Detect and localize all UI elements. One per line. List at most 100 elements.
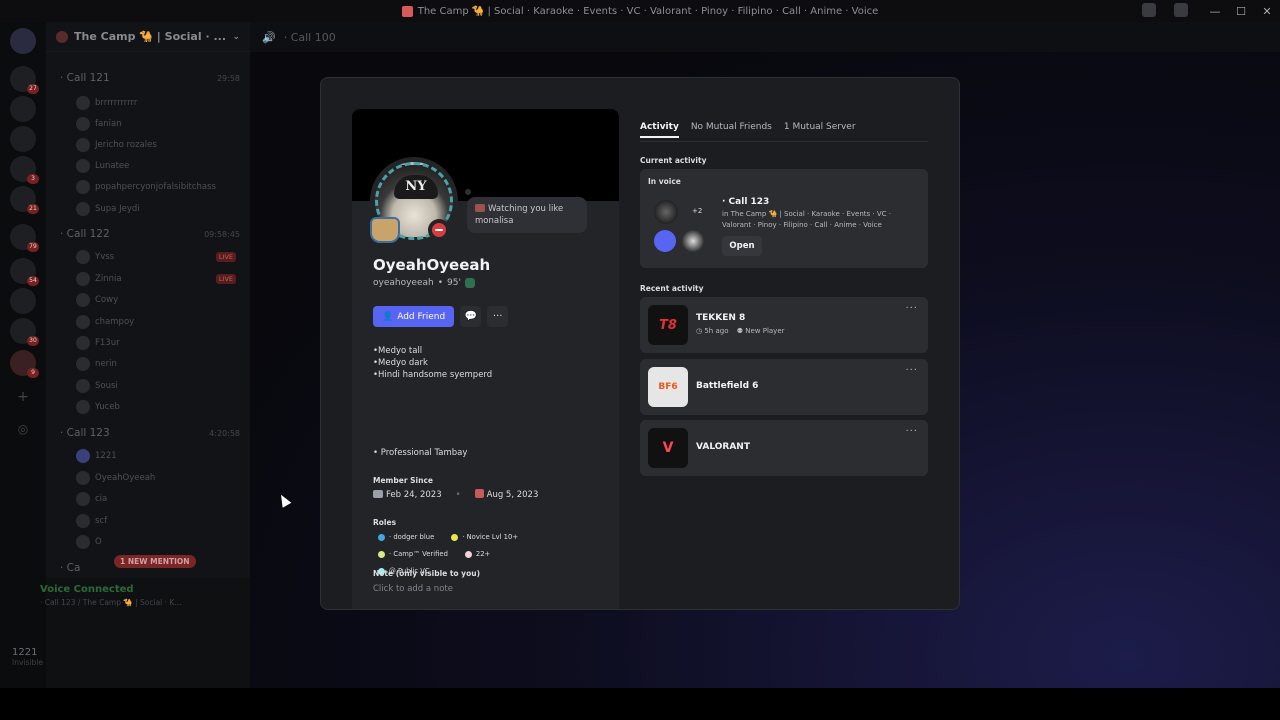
voice-member-avatar[interactable] [682,230,704,252]
voice-member[interactable]: Zinnia LIVE [76,272,236,286]
more-icon[interactable]: ··· [905,303,918,314]
voice-connected-channel[interactable]: · Call 123 / The Camp 🐪 | Social · K... [40,598,181,607]
voice-member[interactable]: champoy [76,315,236,329]
voice-channel-current[interactable]: · Call 123 4:20:58 [60,427,240,439]
message-button[interactable]: 💬 [460,306,482,327]
voice-connected-label[interactable]: Voice Connected [40,584,134,595]
channel-name: · Call 121 [60,72,110,84]
minimize-button[interactable]: — [1202,5,1228,18]
member-since-dates: Feb 24, 2023 • Aug 5, 2023 [373,489,538,500]
voice-member[interactable]: Lunatee [76,159,236,173]
server-logo-icon [474,489,484,498]
voice-member[interactable]: cia [76,492,236,506]
discord-join-date: Feb 24, 2023 [386,489,442,500]
tab-mutual-servers[interactable]: 1 Mutual Server [784,122,856,138]
custom-status-text: Watching you like monalisa [475,204,564,226]
voice-member[interactable]: Jericho rozales [76,138,236,152]
server-icon[interactable] [10,96,36,122]
role-color-dot [378,533,385,541]
voice-member[interactable]: fanian [76,117,236,131]
help-icon[interactable] [1174,3,1188,17]
more-icon[interactable]: ··· [905,426,918,437]
role-pill[interactable]: 22+ [459,548,497,560]
discord-avatar[interactable] [654,230,676,252]
game-tag: New Player [745,327,785,335]
role-pill[interactable]: · dodger blue [373,531,441,543]
voice-member[interactable]: Yvss LIVE [76,250,236,264]
username-row: oyeahoyeeah • 95' [373,278,475,288]
voice-member[interactable]: F13ur [76,336,236,350]
voice-channel-icon: 🔊 [262,30,276,44]
server-header[interactable]: The Camp 🐪 | Social · ... ⌄ [46,22,250,52]
role-pill[interactable]: · Novice Lvl 10+ [446,531,525,543]
server-icon[interactable]: 54 [10,258,39,286]
more-icon[interactable]: ··· [905,365,918,376]
maximize-button[interactable]: ☐ [1228,5,1254,18]
ny-cap-icon: NY [394,175,438,199]
voice-channel[interactable]: · Call 121 29:58 [60,72,240,84]
live-badge: LIVE [215,252,236,262]
custom-status-bubble: Watching you like monalisa [467,197,587,233]
game-activity-card[interactable]: T8 TEKKEN 8 ◷ 5h ago ⚉ New Player ··· [640,297,928,353]
avatar-decoration-icon [370,217,400,243]
note-input[interactable]: Click to add a note [373,584,453,594]
server-icon[interactable]: 21 [10,186,39,214]
voice-member[interactable]: Cowy [76,293,236,307]
game-activity-card[interactable]: V VALORANT ··· [640,420,928,476]
add-friend-button[interactable]: 👤 Add Friend [373,306,455,327]
voice-member[interactable]: 1221 [76,449,236,463]
user-panel[interactable]: 1221 Invisible [12,647,43,667]
username: oyeahoyeeah [373,278,434,288]
bio-extra-line: • Professional Tambay [373,448,468,458]
server-name: The Camp 🐪 | Social · ... [74,30,226,43]
current-activity-label: Current activity [640,156,707,165]
member-since-label: Member Since [373,476,433,485]
role-color-dot [378,550,385,558]
valorant-icon: V [648,428,688,468]
window-title-text: The Camp 🐪 | Social · Karaoke · Events ·… [417,5,879,17]
screen-bottom [0,688,1280,720]
voice-member[interactable]: popahpercyonjofalsibitchass [76,180,236,194]
voice-member[interactable]: OyeahOyeeah [76,471,236,485]
voice-member[interactable]: Sousi [76,379,236,393]
more-options-button[interactable]: ··· [487,306,509,327]
tab-activity[interactable]: Activity [640,122,679,138]
voice-activity-card: In voice +2 · Call 123 in The Camp 🐪 | S… [640,169,928,268]
voice-channel-name: · Call 123 [722,197,770,207]
in-voice-label: In voice [648,177,681,186]
close-button[interactable]: ✕ [1254,5,1280,18]
server-icon-camp[interactable]: 9 [10,350,39,378]
server-icon[interactable] [10,288,36,314]
open-voice-button[interactable]: Open [722,236,762,256]
channel-name: · Call 123 [60,427,110,439]
home-server-icon[interactable] [10,28,36,54]
voice-member[interactable]: Yuceb [76,400,236,414]
voice-channel[interactable]: · Call 122 09:58:45 [60,228,240,240]
voice-member[interactable]: brrrrrrrrrrr [76,96,236,110]
server-icon[interactable]: 3 [10,156,39,184]
server-icon[interactable]: 30 [10,318,39,346]
voice-member[interactable]: Supa Jeydi [76,202,236,216]
battlefield-icon: BF6 [648,367,688,407]
tab-mutual-friends[interactable]: No Mutual Friends [691,122,772,138]
channel-timer: 09:58:45 [204,229,240,239]
game-activity-card[interactable]: BF6 Battlefield 6 ··· [640,359,928,415]
voice-member[interactable]: O [76,535,236,549]
inbox-icon[interactable] [1142,3,1156,17]
voice-member[interactable]: scf [76,514,236,528]
app-icon [401,5,413,17]
server-icon[interactable] [10,126,36,152]
status-emoji-icon [475,204,485,212]
game-name: TEKKEN 8 [696,313,746,323]
role-color-dot [451,533,459,541]
new-mention-pill[interactable]: 1 NEW MENTION [114,555,196,568]
add-server-icon[interactable]: + [10,384,36,410]
discover-icon[interactable]: ◎ [10,416,36,442]
profile-card: NY Watching you like monalisa OyeahOyeea… [352,109,619,609]
voice-member[interactable]: nerin [76,357,236,371]
server-icon[interactable]: 27 [10,66,39,94]
chevron-down-icon[interactable]: ⌄ [232,32,240,42]
voice-member-avatar[interactable] [654,200,678,224]
role-pill[interactable]: · Camp™ Verified [373,548,454,560]
server-icon[interactable]: 79 [10,224,39,252]
